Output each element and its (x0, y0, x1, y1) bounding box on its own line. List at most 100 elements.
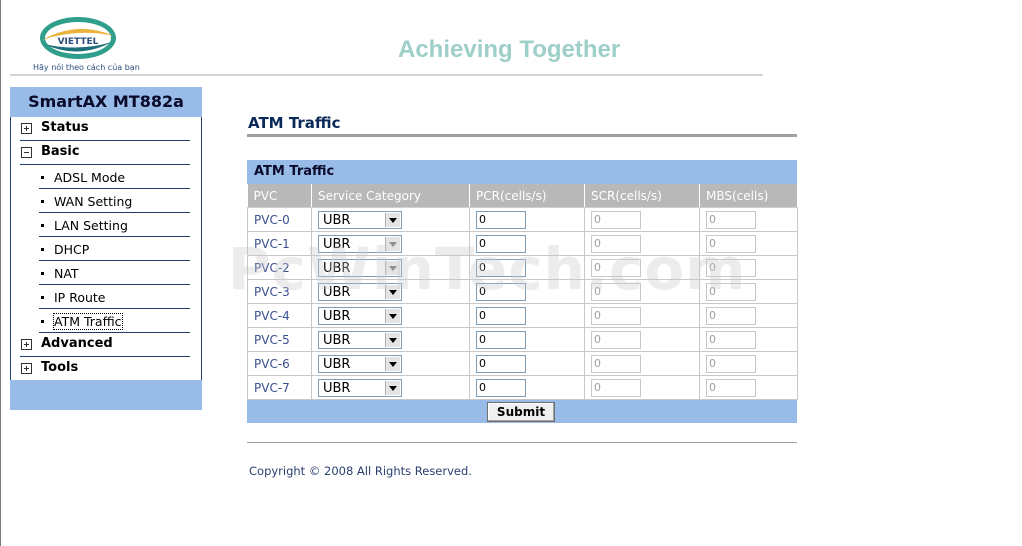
scr-input[interactable]: 0 (591, 306, 641, 325)
service-category-select[interactable]: UBR (318, 378, 402, 397)
sidebar-group-basic[interactable]: Basic (11, 141, 191, 165)
frame-left-border (0, 0, 1, 546)
pcr-input[interactable]: 0 (476, 258, 526, 277)
atm-traffic-table: PVC Service Category PCR(cells/s) SCR(ce… (247, 184, 798, 400)
sidebar-item-label[interactable]: WAN Setting (54, 194, 132, 209)
service-category-select[interactable]: UBR (318, 306, 402, 325)
scr-input[interactable]: 0 (591, 330, 641, 349)
scr-input[interactable]: 0 (591, 210, 641, 229)
mbs-input[interactable]: 0 (706, 234, 756, 253)
pcr-input[interactable]: 0 (476, 306, 526, 325)
viettel-logo-icon: VIETTEL (40, 17, 116, 59)
bullet-icon (41, 176, 44, 179)
table-title: ATM Traffic (247, 160, 797, 184)
sidebar-item-label[interactable]: DHCP (54, 242, 89, 257)
pcr-input[interactable]: 0 (476, 354, 526, 373)
dropdown-arrow-icon[interactable] (385, 380, 400, 395)
bullet-icon (41, 296, 44, 299)
sidebar-item-wan-setting[interactable]: WAN Setting (11, 189, 191, 213)
mbs-input[interactable]: 0 (706, 330, 756, 349)
sidebar-item-label[interactable]: ATM Traffic (53, 313, 123, 330)
service-category-select[interactable]: UBR (318, 210, 402, 229)
header-divider (10, 74, 763, 76)
scr-cell: 0 (584, 255, 700, 280)
service-category-cell: UBR (311, 207, 470, 232)
service-category-cell: UBR (311, 231, 470, 256)
sidebar-item-adsl-mode[interactable]: ADSL Mode (11, 165, 191, 189)
dropdown-arrow-icon[interactable] (385, 308, 400, 323)
pcr-input[interactable]: 0 (476, 330, 526, 349)
pvc-label: PVC-5 (247, 327, 312, 352)
bullet-icon (41, 320, 44, 323)
expand-plus-icon[interactable] (21, 363, 32, 374)
pcr-cell: 0 (469, 207, 585, 232)
dropdown-arrow-icon[interactable] (385, 260, 400, 275)
pcr-cell: 0 (469, 231, 585, 256)
select-value: UBR (323, 380, 351, 396)
sidebar-item-atm-traffic[interactable]: ATM Traffic (11, 309, 191, 333)
expand-plus-icon[interactable] (21, 339, 32, 350)
scr-input[interactable]: 0 (591, 258, 641, 277)
pcr-cell: 0 (469, 303, 585, 328)
sidebar-group-status[interactable]: Status (11, 117, 191, 141)
pcr-input[interactable]: 0 (476, 234, 526, 253)
mbs-input[interactable]: 0 (706, 378, 756, 397)
mbs-input[interactable]: 0 (706, 282, 756, 301)
mbs-cell: 0 (699, 303, 798, 328)
service-category-select[interactable]: UBR (318, 330, 402, 349)
sidebar-title: SmartAX MT882a (10, 87, 202, 117)
sidebar-item-dhcp[interactable]: DHCP (11, 237, 191, 261)
select-value: UBR (323, 332, 351, 348)
table-row: PVC-6 UBR 0 0 0 (247, 351, 798, 376)
mbs-input[interactable]: 0 (706, 210, 756, 229)
scr-cell: 0 (584, 327, 700, 352)
service-category-select[interactable]: UBR (318, 258, 402, 277)
pcr-input[interactable]: 0 (476, 210, 526, 229)
mbs-input[interactable]: 0 (706, 306, 756, 325)
service-category-select[interactable]: UBR (318, 234, 402, 253)
pcr-input[interactable]: 0 (476, 282, 526, 301)
sidebar-group-label: Advanced (41, 336, 113, 351)
sidebar-item-lan-setting[interactable]: LAN Setting (11, 213, 191, 237)
expand-plus-icon[interactable] (21, 123, 32, 134)
dropdown-arrow-icon[interactable] (385, 356, 400, 371)
submit-button[interactable]: Submit (487, 402, 555, 422)
sidebar: SmartAX MT882a Status Basic ADSL Mode WA… (10, 87, 202, 410)
scr-input[interactable]: 0 (591, 354, 641, 373)
collapse-minus-icon[interactable] (21, 147, 32, 158)
dropdown-arrow-icon[interactable] (385, 236, 400, 251)
pvc-label: PVC-4 (247, 303, 312, 328)
scr-cell: 0 (584, 231, 700, 256)
footer-divider (247, 442, 797, 443)
dropdown-arrow-icon[interactable] (385, 212, 400, 227)
scr-input[interactable]: 0 (591, 234, 641, 253)
bullet-icon (41, 272, 44, 275)
sidebar-item-label[interactable]: ADSL Mode (54, 170, 125, 185)
sidebar-group-advanced[interactable]: Advanced (11, 333, 191, 357)
service-category-cell: UBR (311, 351, 470, 376)
scr-input[interactable]: 0 (591, 282, 641, 301)
mbs-input[interactable]: 0 (706, 354, 756, 373)
table-row: PVC-7 UBR 0 0 0 (247, 375, 798, 400)
sidebar-group-tools[interactable]: Tools (11, 357, 191, 381)
sidebar-item-label[interactable]: LAN Setting (54, 218, 128, 233)
pcr-input[interactable]: 0 (476, 378, 526, 397)
bullet-icon (41, 248, 44, 251)
mbs-cell: 0 (699, 255, 798, 280)
mbs-cell: 0 (699, 327, 798, 352)
service-category-cell: UBR (311, 303, 470, 328)
dropdown-arrow-icon[interactable] (385, 284, 400, 299)
scr-input[interactable]: 0 (591, 378, 641, 397)
sidebar-item-ip-route[interactable]: IP Route (11, 285, 191, 309)
service-category-select[interactable]: UBR (318, 354, 402, 373)
service-category-select[interactable]: UBR (318, 282, 402, 301)
service-category-cell: UBR (311, 279, 470, 304)
dropdown-arrow-icon[interactable] (385, 332, 400, 347)
sidebar-footer-bar (10, 380, 202, 410)
sidebar-item-label[interactable]: NAT (54, 266, 79, 281)
column-header-pcr: PCR(cells/s) (469, 184, 585, 208)
sidebar-item-nat[interactable]: NAT (11, 261, 191, 285)
sidebar-item-label[interactable]: IP Route (54, 290, 105, 305)
title-divider (247, 134, 797, 137)
mbs-input[interactable]: 0 (706, 258, 756, 277)
